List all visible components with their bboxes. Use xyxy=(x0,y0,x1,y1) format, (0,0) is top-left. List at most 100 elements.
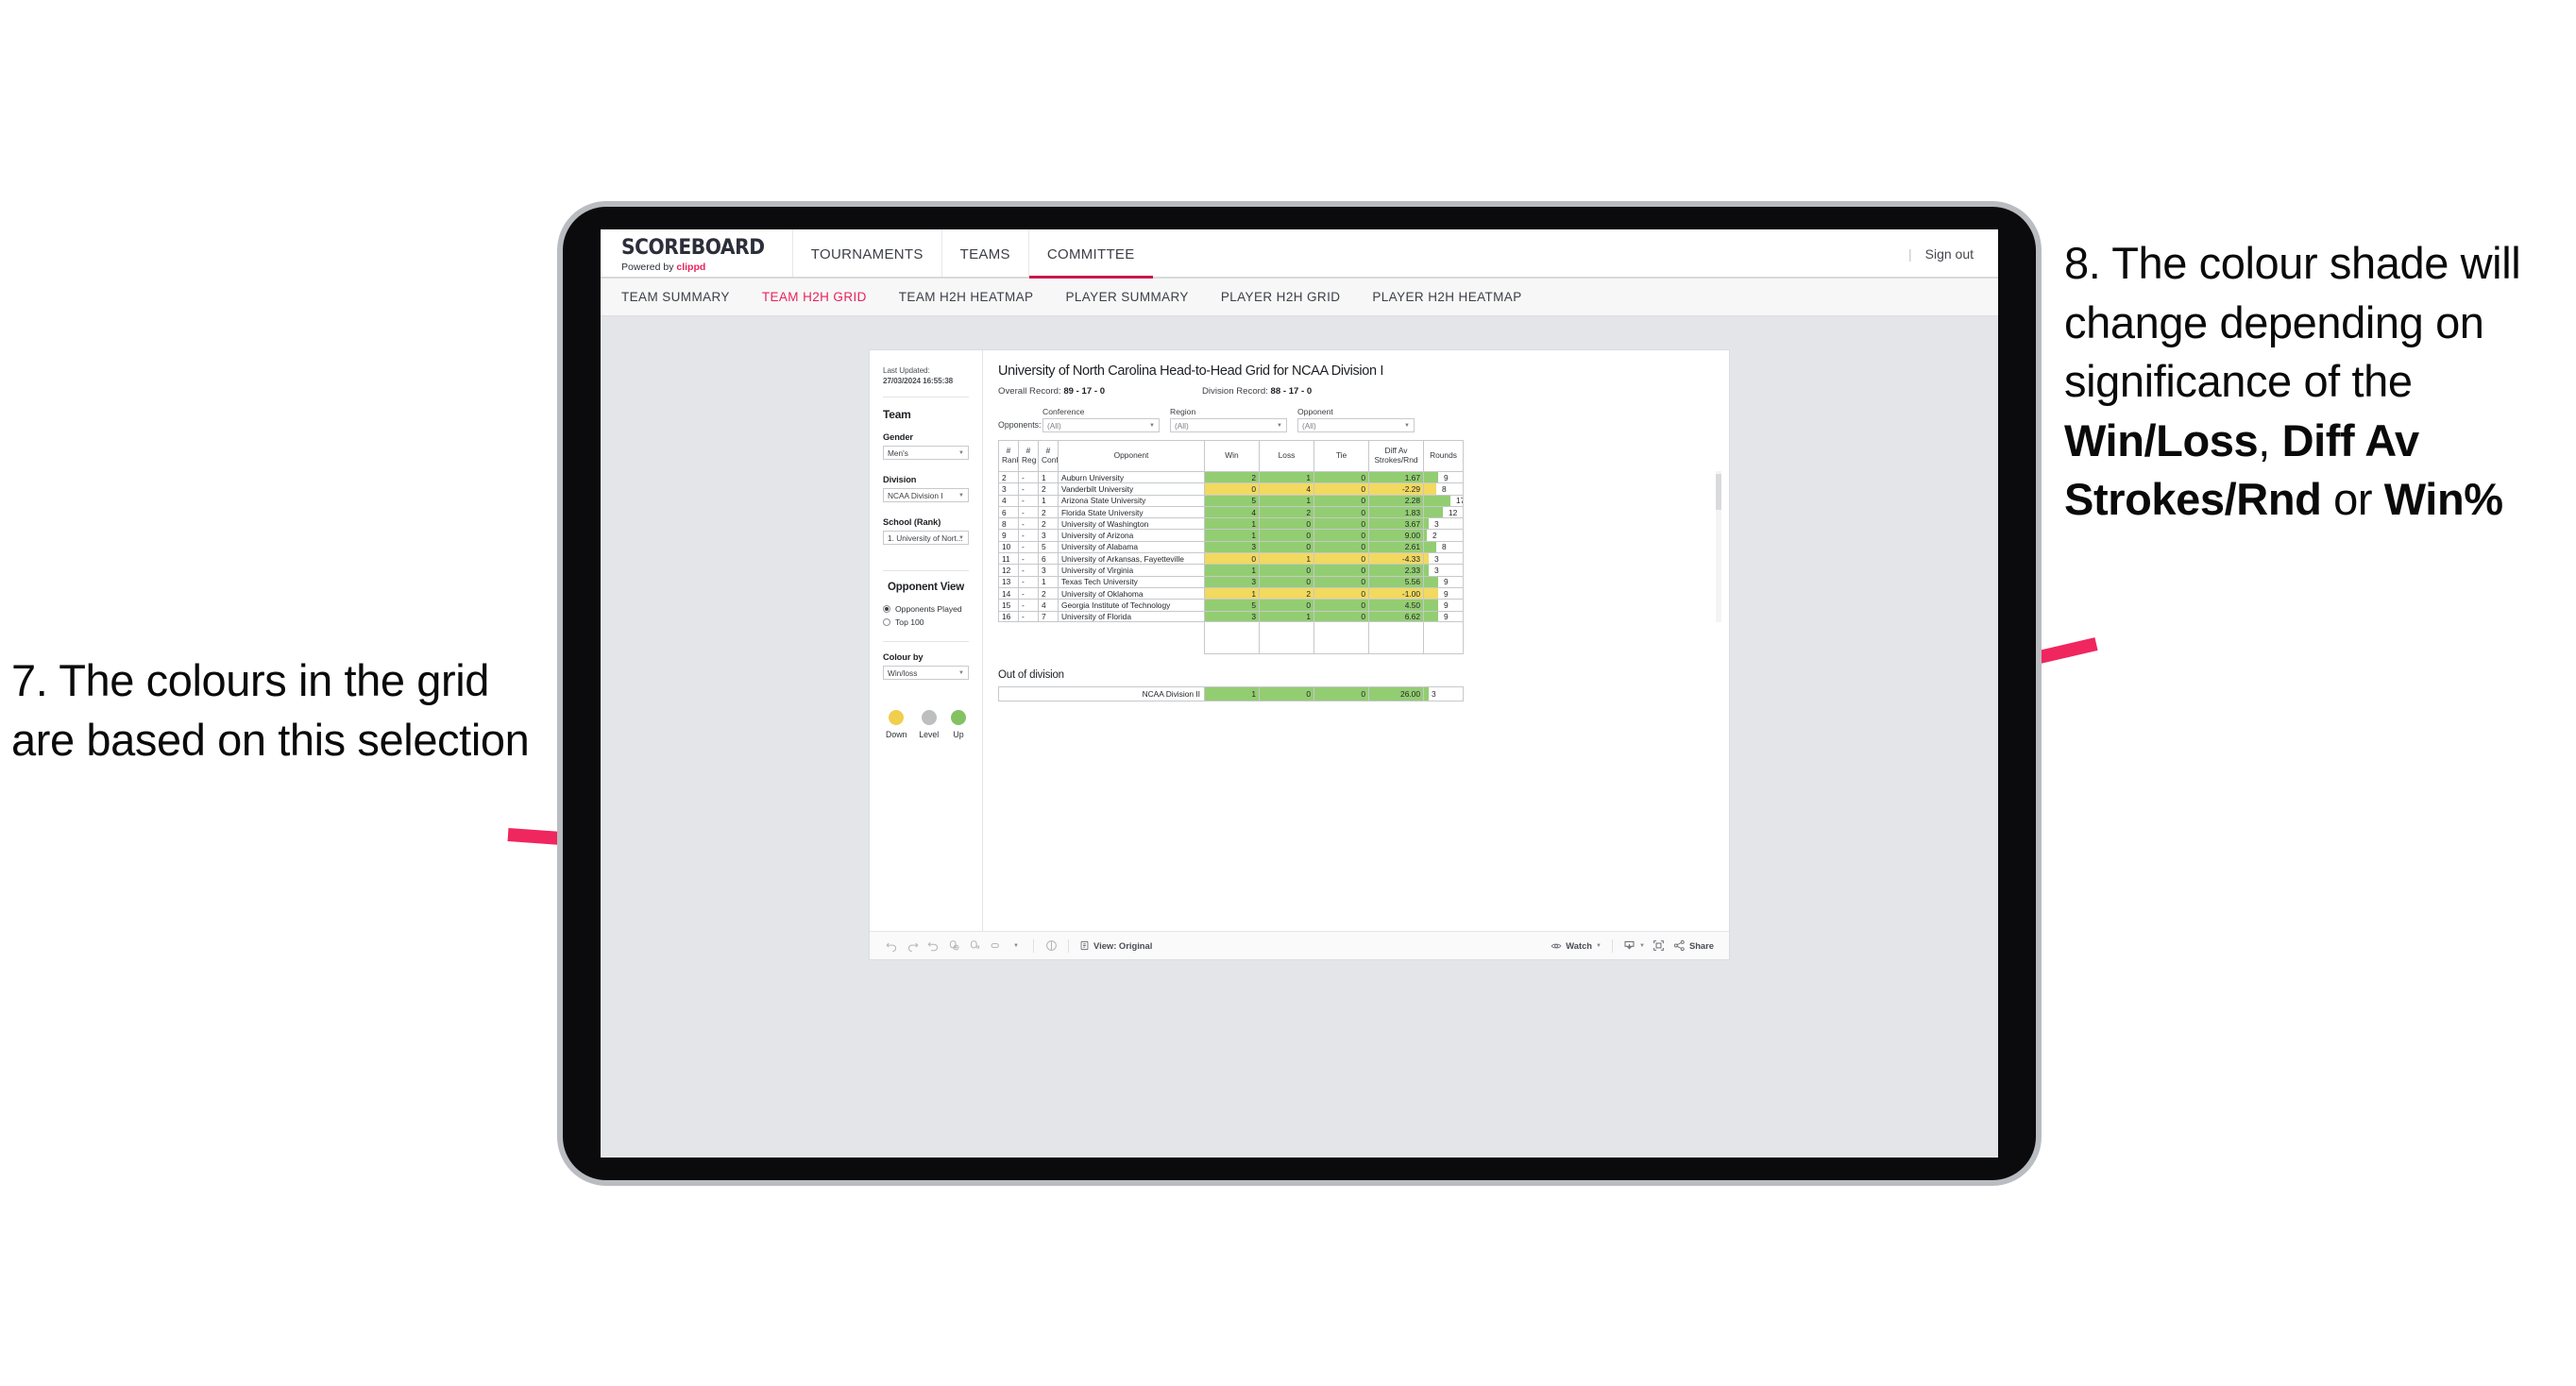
gender-label: Gender xyxy=(883,432,913,443)
table-head: #Rank #Reg #Conf Opponent Win Loss Tie xyxy=(998,440,1464,472)
colour-legend: Down Level Up xyxy=(883,710,969,739)
undo-icon[interactable] xyxy=(881,936,902,956)
gender-select[interactable]: Men's ▼ xyxy=(883,446,969,461)
sub-nav-item-team-h2h-grid[interactable]: TEAM H2H GRID xyxy=(762,290,867,304)
table-vertical-scrollbar[interactable] xyxy=(1716,471,1721,622)
sub-nav-item-player-summary[interactable]: PLAYER SUMMARY xyxy=(1065,290,1188,304)
dashboard-sheet: Last Updated: 27/03/2024 16:55:38 Team G… xyxy=(870,350,1729,959)
division-record-label: Division Record: xyxy=(1202,386,1271,397)
table-row[interactable]: 10-5 University of Alabama 3 0 0 2.61 8 xyxy=(998,540,1464,554)
radio-top-100[interactable]: Top 100 xyxy=(883,617,969,627)
cell-conf: 6 xyxy=(1038,552,1059,566)
table-row[interactable]: 15-4 Georgia Institute of Technology 5 0 0 4.… xyxy=(998,599,1464,612)
cell-tie: 0 xyxy=(1313,564,1369,577)
sub-nav: TEAM SUMMARY TEAM H2H GRID TEAM H2H HEAT… xyxy=(601,279,1998,316)
division-value: NCAA Division I xyxy=(888,490,943,500)
pause-icon[interactable] xyxy=(964,936,985,956)
filter-conference-value: (All) xyxy=(1047,420,1061,431)
bookmark-icon[interactable] xyxy=(985,936,1006,956)
cell-opponent: University of Alabama xyxy=(1058,540,1205,554)
cell-opponent: University of Oklahoma xyxy=(1058,586,1205,600)
cell-win: 1 xyxy=(1204,529,1260,542)
watch-button[interactable]: Watch ▼ xyxy=(1547,940,1605,952)
filter-opponent-select[interactable]: (All) ▼ xyxy=(1297,418,1415,432)
download-icon xyxy=(1624,940,1635,950)
cell-win: 2 xyxy=(1204,470,1260,484)
table-row[interactable]: 2-1 Auburn University 2 1 0 1.67 9 xyxy=(998,470,1464,484)
filter-region-label: Region xyxy=(1170,407,1196,416)
cell-loss: 0 xyxy=(1259,564,1314,577)
cell-diff: 2.61 xyxy=(1368,540,1424,554)
last-updated-value: 27/03/2024 16:55:38 xyxy=(883,377,954,386)
cell-opponent: University of Florida xyxy=(1058,610,1205,622)
legend-dot-up xyxy=(951,710,966,726)
table-row[interactable]: 14-2 University of Oklahoma 1 2 0 -1.00 9 xyxy=(998,586,1464,600)
cell-opponent: Georgia Institute of Technology xyxy=(1058,599,1205,612)
sub-nav-item-player-h2h-heatmap[interactable]: PLAYER H2H HEATMAP xyxy=(1372,290,1521,304)
table-row[interactable]: 9-3 University of Arizona 1 0 0 9.00 2 xyxy=(998,529,1464,542)
filter-conference-select[interactable]: (All) ▼ xyxy=(1042,418,1160,432)
panel-heading-team: Team xyxy=(883,408,911,422)
radio-top-100-label: Top 100 xyxy=(895,617,924,628)
filter-conference: Conference (All) ▼ xyxy=(1042,407,1160,432)
view-original-button[interactable]: View: Original xyxy=(1076,940,1156,951)
sub-nav-item-team-h2h-heatmap[interactable]: TEAM H2H HEATMAP xyxy=(899,290,1034,304)
download-button[interactable]: ▼ xyxy=(1619,939,1649,952)
table-row[interactable]: 12-3 University of Virginia 1 0 0 2.33 3 xyxy=(998,564,1464,577)
radio-off-icon xyxy=(883,618,890,627)
out-of-division-row[interactable]: NCAA Division II 1 0 0 26.00 3 xyxy=(998,685,1464,701)
table-row[interactable]: 16-7 University of Florida 3 1 0 6.62 9 xyxy=(998,610,1464,622)
table-row[interactable]: 11-6 University of Arkansas, Fayetteville… xyxy=(998,552,1464,566)
cell-rounds: 3 xyxy=(1423,552,1464,566)
table-row[interactable]: 4-1Arizona State University5102.2817 xyxy=(998,494,1464,507)
col-header-loss: Loss xyxy=(1259,440,1314,472)
cell-win: 4 xyxy=(1204,505,1260,519)
top-nav-item-teams[interactable]: TEAMS xyxy=(941,229,1028,279)
cell-out-division-diff: 26.00 xyxy=(1368,685,1424,701)
fullscreen-icon[interactable] xyxy=(1649,936,1669,956)
cell-reg: - xyxy=(1018,494,1039,507)
legend-item-up: Up xyxy=(951,710,966,739)
sign-out-button[interactable]: | Sign out xyxy=(1908,229,1998,279)
opponent-filters: Opponents: Conference (All) ▼ Region (Al… xyxy=(998,407,1712,432)
colour-by-select[interactable]: Win/loss ▼ xyxy=(883,666,969,681)
cell-reg: - xyxy=(1018,540,1039,554)
cell-opponent: University of Arizona xyxy=(1058,529,1205,542)
device-layout-icon[interactable] xyxy=(1041,936,1061,956)
cell-out-division-win: 1 xyxy=(1204,685,1260,701)
sub-nav-item-team-summary[interactable]: TEAM SUMMARY xyxy=(621,290,730,304)
share-button[interactable]: Share xyxy=(1669,939,1718,952)
brand-subtitle: Powered by clippd xyxy=(621,262,777,273)
division-record: Division Record: 88 - 17 - 0 xyxy=(1202,386,1312,397)
table-row[interactable]: 8-2 University of Washington 1 0 0 3.67 3 xyxy=(998,517,1464,531)
table-row[interactable]: 3-2 Vanderbilt University 0 4 0 -2.29 8 xyxy=(998,482,1464,496)
redo-icon[interactable] xyxy=(902,936,923,956)
chevron-down-icon: ▼ xyxy=(1149,422,1155,429)
division-select[interactable]: NCAA Division I ▼ xyxy=(883,488,969,503)
school-select[interactable]: 1. University of Nort... ▼ xyxy=(883,531,969,546)
refresh-icon[interactable] xyxy=(943,936,964,956)
top-nav-item-tournaments[interactable]: TOURNAMENTS xyxy=(791,229,941,279)
cell-rounds: 3 xyxy=(1423,564,1464,577)
table-row[interactable]: 6-2 Florida State University 4 2 0 1.83 12 xyxy=(998,505,1464,519)
cell-rank: 16 xyxy=(998,610,1019,622)
cell-tie: 0 xyxy=(1313,505,1369,519)
sub-nav-item-player-h2h-grid[interactable]: PLAYER H2H GRID xyxy=(1221,290,1341,304)
bookmark-dropdown-icon[interactable]: ▼ xyxy=(1006,936,1026,956)
radio-opponents-played-label: Opponents Played xyxy=(895,604,962,615)
filter-region-select[interactable]: (All) ▼ xyxy=(1170,418,1287,432)
cell-rank: 15 xyxy=(998,599,1019,612)
table-row[interactable]: 13-1 Texas Tech University 3 0 0 5.56 9 xyxy=(998,575,1464,588)
radio-opponents-played[interactable]: Opponents Played xyxy=(883,604,969,614)
last-updated: Last Updated: 27/03/2024 16:55:38 xyxy=(883,365,969,386)
col-header-conf: # Conf xyxy=(1038,440,1059,472)
top-nav: TOURNAMENTS TEAMS COMMITTEE xyxy=(791,229,1153,279)
annotation-right-text: 8. The colour shade will change dependin… xyxy=(2064,234,2576,530)
radio-on-icon xyxy=(883,605,890,614)
annotation-left-text: 7. The colours in the grid are based on … xyxy=(11,655,530,765)
revert-icon[interactable] xyxy=(923,936,943,956)
scrollbar-thumb[interactable] xyxy=(1716,474,1721,510)
out-of-division-body: NCAA Division II 1 0 0 26.00 3 xyxy=(998,685,1464,701)
cell-rank: 4 xyxy=(998,494,1019,507)
top-nav-item-committee[interactable]: COMMITTEE xyxy=(1027,229,1153,279)
